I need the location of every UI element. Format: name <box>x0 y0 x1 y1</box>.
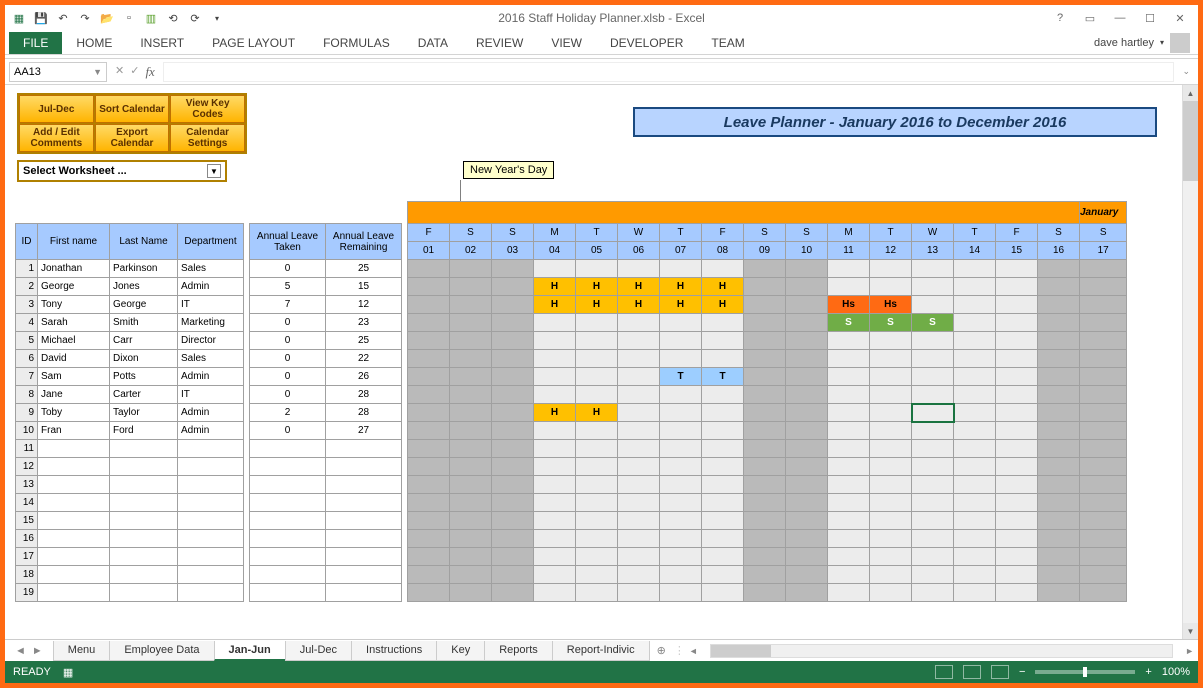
planner-grid[interactable]: JanuaryIDFirst nameLast NameDepartmentAn… <box>15 201 1182 602</box>
macro-record-icon[interactable]: ▦ <box>63 666 73 679</box>
worksheet-selector[interactable]: Select Worksheet ... ▼ <box>17 160 227 182</box>
qat-icon-2[interactable]: ⟲ <box>165 10 181 26</box>
hscroll-left-icon[interactable]: ◄ <box>685 646 702 656</box>
scroll-up-icon[interactable]: ▲ <box>1183 85 1198 101</box>
horizontal-scrollbar[interactable] <box>710 644 1173 658</box>
status-bar: READY ▦ − + 100% <box>5 661 1198 683</box>
excel-icon: ▦ <box>11 10 27 26</box>
tab-next-icon[interactable]: ► <box>32 645 43 657</box>
ribbon-toggle-icon[interactable]: ▭ <box>1080 12 1100 25</box>
formula-expand-icon[interactable]: ⌄ <box>1178 66 1194 77</box>
ribbon-tab-review[interactable]: REVIEW <box>462 32 537 54</box>
month-label: January <box>1080 202 1127 224</box>
minimize-icon[interactable]: — <box>1110 12 1130 25</box>
user-menu-icon[interactable]: ▾ <box>1160 38 1164 47</box>
sheet-tab[interactable]: Report-Indivic <box>552 641 650 661</box>
redo-icon[interactable]: ↷ <box>77 10 93 26</box>
new-sheet-icon[interactable]: ⊕ <box>649 644 674 657</box>
zoom-level[interactable]: 100% <box>1162 666 1190 678</box>
view-layout-icon[interactable] <box>963 665 981 679</box>
ribbon-tab-home[interactable]: HOME <box>62 32 126 54</box>
name-box-arrow-icon[interactable]: ▼ <box>93 67 102 77</box>
ribbon-tab-insert[interactable]: INSERT <box>126 32 198 54</box>
new-icon[interactable]: ▫ <box>121 10 137 26</box>
sheet-tab[interactable]: Reports <box>484 641 553 661</box>
zoom-out-icon[interactable]: − <box>1019 666 1025 678</box>
status-text: READY <box>13 666 51 678</box>
open-icon[interactable]: 📂 <box>99 10 115 26</box>
zoom-in-icon[interactable]: + <box>1145 666 1151 678</box>
formula-bar: AA13 ▼ ✕ ✓ fx ⌄ <box>5 59 1198 85</box>
title-bar: ▦ 💾 ↶ ↷ 📂 ▫ ▥ ⟲ ⟳ ▾ 2016 Staff Holiday P… <box>5 5 1198 31</box>
sheet-tab[interactable]: Employee Data <box>109 641 214 661</box>
qat-icon-1[interactable]: ▥ <box>143 10 159 26</box>
sheet-tab[interactable]: Instructions <box>351 641 437 661</box>
undo-icon[interactable]: ↶ <box>55 10 71 26</box>
ribbon-tab-formulas[interactable]: FORMULAS <box>309 32 404 54</box>
qat-more-icon[interactable]: ▾ <box>209 10 225 26</box>
ribbon-tab-view[interactable]: VIEW <box>537 32 596 54</box>
user-name[interactable]: dave hartley <box>1094 37 1154 49</box>
sheet-tab-strip: ◄ ► MenuEmployee DataJan-JunJul-DecInstr… <box>5 639 1198 661</box>
holiday-note: New Year's Day <box>463 161 554 179</box>
sheet-tab[interactable]: Jan-Jun <box>214 641 286 661</box>
maximize-icon[interactable]: ☐ <box>1140 12 1160 25</box>
cancel-formula-icon[interactable]: ✕ <box>115 64 124 80</box>
avatar[interactable] <box>1170 33 1190 53</box>
accept-formula-icon[interactable]: ✓ <box>130 64 139 80</box>
qat-icon-3[interactable]: ⟳ <box>187 10 203 26</box>
view-break-icon[interactable] <box>991 665 1009 679</box>
macro-button[interactable]: Calendar Settings <box>170 124 245 152</box>
macro-button[interactable]: View Key Codes <box>170 95 245 123</box>
fx-icon[interactable]: fx <box>145 64 154 80</box>
worksheet-selector-label: Select Worksheet ... <box>23 165 127 177</box>
scroll-thumb[interactable] <box>1183 101 1198 181</box>
macro-toolbar: Jul-DecSort CalendarView Key Codes Add / … <box>17 93 247 182</box>
tab-prev-icon[interactable]: ◄ <box>15 645 26 657</box>
help-icon[interactable]: ? <box>1050 12 1070 25</box>
macro-button[interactable]: Export Calendar <box>95 124 170 152</box>
planner-title: Leave Planner - January 2016 to December… <box>633 107 1157 137</box>
hscroll-right-icon[interactable]: ► <box>1181 646 1198 656</box>
sheet-tab[interactable]: Menu <box>53 641 111 661</box>
formula-input[interactable] <box>163 62 1175 82</box>
sheet-tab[interactable]: Jul-Dec <box>285 641 352 661</box>
ribbon-tab-page-layout[interactable]: PAGE LAYOUT <box>198 32 309 54</box>
macro-button[interactable]: Add / Edit Comments <box>19 124 94 152</box>
file-tab[interactable]: FILE <box>9 32 62 54</box>
view-normal-icon[interactable] <box>935 665 953 679</box>
save-icon[interactable]: 💾 <box>33 10 49 26</box>
zoom-slider[interactable] <box>1035 670 1135 674</box>
ribbon-tab-developer[interactable]: DEVELOPER <box>596 32 697 54</box>
macro-button[interactable]: Sort Calendar <box>95 95 170 123</box>
close-icon[interactable]: ✕ <box>1170 12 1190 25</box>
ribbon-tab-data[interactable]: DATA <box>404 32 462 54</box>
name-box[interactable]: AA13 ▼ <box>9 62 107 82</box>
name-box-value: AA13 <box>14 66 41 78</box>
scroll-down-icon[interactable]: ▼ <box>1183 623 1198 639</box>
note-arrow <box>460 180 500 202</box>
ribbon-tab-team[interactable]: TEAM <box>697 32 758 54</box>
chevron-down-icon: ▼ <box>207 164 221 178</box>
sheet-tab[interactable]: Key <box>436 641 485 661</box>
ribbon-tabs: FILE HOMEINSERTPAGE LAYOUTFORMULASDATARE… <box>5 31 1198 55</box>
macro-button[interactable]: Jul-Dec <box>19 95 94 123</box>
vertical-scrollbar[interactable]: ▲ ▼ <box>1182 85 1198 639</box>
